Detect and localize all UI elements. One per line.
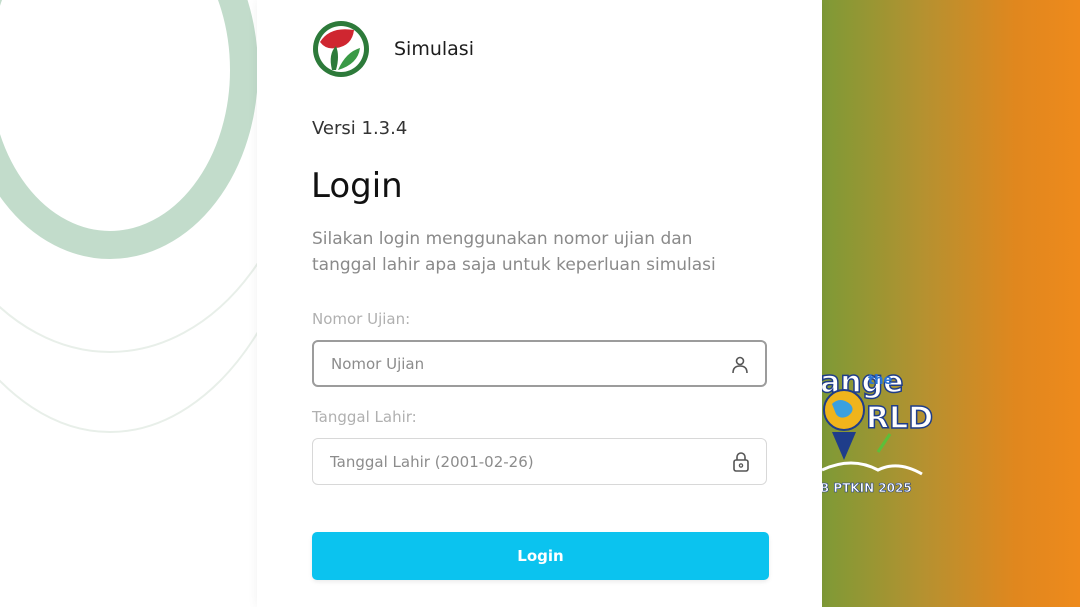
right-branding-panel: ange the RLD B PTKIN 2025 [822, 0, 1080, 607]
tanggal-lahir-label: Tanggal Lahir: [312, 408, 417, 426]
brand-header: Simulasi [312, 20, 474, 78]
nomor-ujian-field[interactable] [312, 340, 767, 387]
leaf-emblem-icon [313, 21, 369, 77]
logo-text-world: RLD [866, 401, 933, 436]
left-decoration [0, 0, 260, 607]
nomor-ujian-input[interactable] [331, 342, 711, 385]
user-icon [732, 356, 748, 374]
app-name: Simulasi [394, 38, 474, 60]
tanggal-lahir-field[interactable] [312, 438, 767, 485]
pencil-tip-shape [832, 432, 856, 460]
decorative-arcs [0, 0, 260, 433]
sprout-shape [876, 433, 892, 453]
book-shape [822, 461, 923, 476]
logo-text-the: the [868, 373, 892, 388]
tanggal-lahir-input[interactable] [330, 439, 710, 484]
login-button[interactable]: Login [312, 532, 769, 580]
login-card: Simulasi Versi 1.3.4 Login Silakan login… [257, 0, 822, 607]
page-title: Login [311, 166, 403, 206]
nomor-ujian-label: Nomor Ujian: [312, 310, 411, 328]
version-text: Versi 1.3.4 [312, 118, 408, 139]
event-logo: ange the RLD B PTKIN 2025 [822, 364, 934, 495]
logo-text-ptkin: B PTKIN 2025 [822, 481, 912, 495]
login-description: Silakan login menggunakan nomor ujian da… [312, 229, 716, 275]
lock-icon [733, 452, 749, 472]
